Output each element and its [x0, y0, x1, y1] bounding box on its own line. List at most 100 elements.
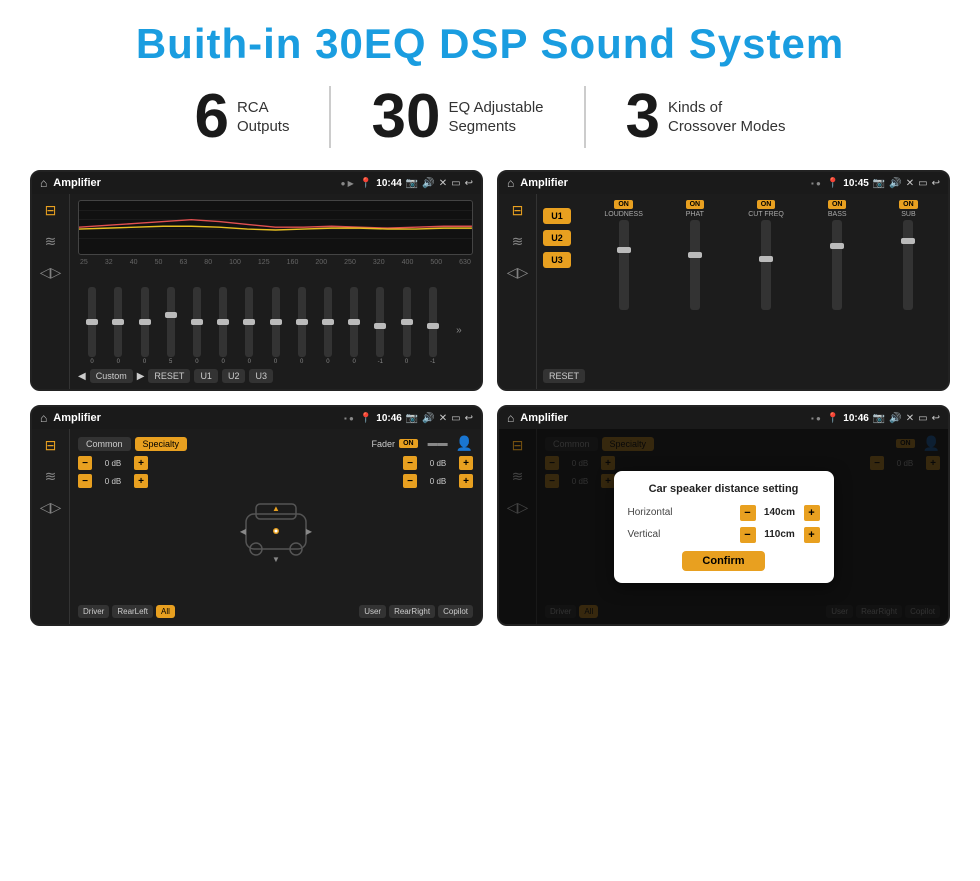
slider-track-6[interactable]: [245, 287, 253, 357]
crossover-speaker-icon[interactable]: ◁▷: [507, 264, 529, 281]
eq-u2-btn[interactable]: U2: [222, 369, 246, 383]
fader-rect-icon: ▭: [451, 413, 460, 424]
db-minus-tl1[interactable]: −: [78, 456, 92, 470]
slider-track-13[interactable]: [429, 287, 437, 357]
preset-u1[interactable]: U1: [543, 208, 571, 224]
eq-wave-icon[interactable]: ≋: [45, 233, 57, 250]
slider-track-10[interactable]: [350, 287, 358, 357]
tab-common[interactable]: Common: [78, 437, 131, 451]
crossover-app-title: Amplifier: [520, 177, 805, 189]
dialog-horizontal-row: Horizontal − 140cm +: [628, 505, 820, 521]
eq-sliders-icon[interactable]: ⊟: [45, 202, 57, 219]
slider-track-11[interactable]: [376, 287, 384, 357]
slider-track-4[interactable]: [193, 287, 201, 357]
dialog-content: ⊟ ≋ ◁▷ Common Specialty ON 👤: [499, 429, 948, 624]
fader-screen: ⌂ Amplifier ▪ ● 📍 10:46 📷 🔊 ✕ ▭ ↩ ⊟ ≋ ◁▷: [30, 405, 483, 626]
db-plus-tl1[interactable]: +: [134, 456, 148, 470]
eq-prev[interactable]: ◀: [78, 371, 86, 382]
eq-screen: ⌂ Amplifier ● ▶ 📍 10:44 📷 🔊 ✕ ▭ ↩ ⊟ ≋ ◁▷: [30, 170, 483, 391]
freq-500: 500: [430, 259, 442, 266]
vertical-control: − 110cm +: [740, 527, 820, 543]
eq-u1-btn[interactable]: U1: [194, 369, 218, 383]
slider-track-7[interactable]: [272, 287, 280, 357]
freq-125: 125: [258, 259, 270, 266]
phat-track[interactable]: [690, 220, 700, 310]
eq-next[interactable]: ▶: [137, 371, 145, 382]
dialog-vertical-row: Vertical − 110cm +: [628, 527, 820, 543]
dialog-home-icon[interactable]: ⌂: [507, 411, 514, 425]
crossover-sliders: ON LOUDNESS ON PHAT: [590, 200, 942, 383]
slider-track-0[interactable]: [88, 287, 96, 357]
horizontal-minus[interactable]: −: [740, 505, 756, 521]
crossover-screen: ⌂ Amplifier ▪ ● 📍 10:45 📷 🔊 ✕ ▭ ↩ ⊟ ≋ ◁▷: [497, 170, 950, 391]
eq-status-icons: 📍 10:44 📷 🔊 ✕ ▭ ↩: [360, 178, 473, 189]
loc-rear-right[interactable]: RearRight: [389, 605, 435, 618]
eq-slider-12: 0: [394, 287, 418, 365]
loc-rear-left[interactable]: RearLeft: [112, 605, 153, 618]
crossover-home-icon[interactable]: ⌂: [507, 176, 514, 190]
loc-copilot[interactable]: Copilot: [438, 605, 473, 618]
crossover-rect-icon: ▭: [918, 178, 927, 189]
fader-sliders-icon2: ▬▬: [428, 438, 448, 449]
preset-u2[interactable]: U2: [543, 230, 571, 246]
slider-track-9[interactable]: [324, 287, 332, 357]
slider-track-12[interactable]: [403, 287, 411, 357]
fader-user-icon[interactable]: 👤: [456, 435, 473, 452]
db-minus-tl2[interactable]: −: [78, 474, 92, 488]
db-control-tl1: − 0 dB +: [78, 456, 148, 470]
db-minus-tr2[interactable]: −: [403, 474, 417, 488]
slider-track-2[interactable]: [141, 287, 149, 357]
loc-driver[interactable]: Driver: [78, 605, 109, 618]
slider-track-3[interactable]: [167, 287, 175, 357]
dialog-time: 10:46: [843, 413, 869, 424]
stat-text-eq: EQ AdjustableSegments: [448, 98, 543, 137]
db-val-tl2: 0 dB: [94, 477, 132, 486]
eq-u3-btn[interactable]: U3: [249, 369, 273, 383]
bass-track[interactable]: [832, 220, 842, 310]
confirm-button[interactable]: Confirm: [682, 551, 764, 571]
cutfreq-track[interactable]: [761, 220, 771, 310]
db-minus-tr1[interactable]: −: [403, 456, 417, 470]
fader-sliders-icon[interactable]: ⊟: [45, 437, 57, 454]
vertical-label: Vertical: [628, 529, 661, 540]
fader-wave-icon[interactable]: ≋: [45, 468, 57, 485]
horizontal-label: Horizontal: [628, 507, 673, 518]
preset-u3[interactable]: U3: [543, 252, 571, 268]
db-plus-tr1[interactable]: +: [459, 456, 473, 470]
freq-400: 400: [402, 259, 414, 266]
fader-home-icon[interactable]: ⌂: [40, 411, 47, 425]
eq-speaker-icon[interactable]: ◁▷: [40, 264, 62, 281]
loudness-track[interactable]: [619, 220, 629, 310]
tab-specialty[interactable]: Specialty: [135, 437, 188, 451]
crossover-sliders-icon[interactable]: ⊟: [512, 202, 524, 219]
fader-main-area: Common Specialty Fader ON ▬▬ 👤 − 0 dB: [70, 429, 481, 624]
db-control-tr2: − 0 dB +: [403, 474, 473, 488]
fader-speaker-icon[interactable]: ◁▷: [40, 499, 62, 516]
db-plus-tl2[interactable]: +: [134, 474, 148, 488]
svg-text:▲: ▲: [272, 504, 280, 513]
crossover-x-icon: ✕: [906, 178, 914, 189]
loudness-on-badge: ON: [614, 200, 633, 209]
loc-all[interactable]: All: [156, 605, 175, 618]
eq-icon-x: ✕: [439, 178, 447, 189]
crossover-wave-icon[interactable]: ≋: [512, 233, 524, 250]
eq-reset-btn[interactable]: RESET: [148, 369, 190, 383]
stat-rca: 6 RCAOutputs: [154, 86, 331, 148]
crossover-reset-btn[interactable]: RESET: [543, 369, 585, 383]
loc-user[interactable]: User: [359, 605, 386, 618]
vertical-plus[interactable]: +: [804, 527, 820, 543]
crossover-dots: ▪ ●: [811, 179, 821, 188]
slider-track-8[interactable]: [298, 287, 306, 357]
vertical-minus[interactable]: −: [740, 527, 756, 543]
slider-track-5[interactable]: [219, 287, 227, 357]
dialog-x-icon: ✕: [906, 413, 914, 424]
camera-icon: 📷: [406, 178, 418, 189]
db-plus-tr2[interactable]: +: [459, 474, 473, 488]
dialog-status-icons: 📍 10:46 📷 🔊 ✕ ▭ ↩: [827, 413, 940, 424]
sub-track[interactable]: [903, 220, 913, 310]
slider-track-1[interactable]: [114, 287, 122, 357]
eq-preset-custom[interactable]: Custom: [90, 369, 133, 383]
horizontal-plus[interactable]: +: [804, 505, 820, 521]
eq-slider-more: »: [447, 295, 471, 365]
home-icon[interactable]: ⌂: [40, 176, 47, 190]
